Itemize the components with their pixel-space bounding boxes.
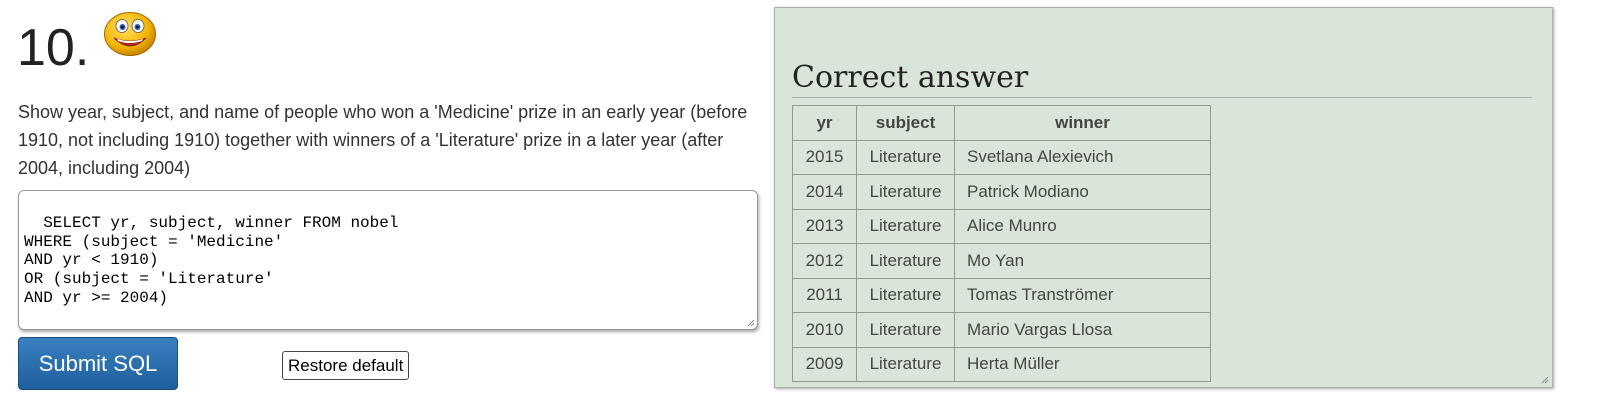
cell-yr: 2015 [792,139,857,175]
cell-yr: 2012 [792,243,857,279]
correct-answer-panel[interactable]: Correct answer yr subject winner 2015 Li… [774,7,1553,388]
panel-resize-grip-icon[interactable] [1541,376,1549,384]
sql-query-text[interactable]: SELECT yr, subject, winner FROM nobel WH… [24,214,398,307]
smiley-face-icon [104,12,156,56]
cell-winner: Svetlana Alexievich [954,139,1211,175]
table-row: 2011 Literature Tomas Tranströmer [792,277,1211,313]
cell-yr: 2013 [792,208,857,244]
cell-subject: Literature [856,312,955,348]
table-row: 2012 Literature Mo Yan [792,243,1211,279]
cell-winner: Alice Munro [954,208,1211,244]
cell-subject: Literature [856,208,955,244]
column-header-subject: subject [856,105,955,141]
table-row: 2014 Literature Patrick Modiano [792,174,1211,210]
resize-grip-icon[interactable] [747,319,755,327]
cell-yr: 2014 [792,174,857,210]
cell-subject: Literature [856,139,955,175]
cell-winner: Herta Müller [954,346,1211,382]
table-header-row: yr subject winner [792,105,1211,141]
correct-answer-title: Correct answer [792,60,1029,95]
column-header-winner: winner [954,105,1211,141]
cell-subject: Literature [856,174,955,210]
cell-subject: Literature [856,243,955,279]
cell-yr: 2010 [792,312,857,348]
title-divider [792,97,1532,98]
cell-winner: Patrick Modiano [954,174,1211,210]
cell-winner: Mario Vargas Llosa [954,312,1211,348]
table-row: 2013 Literature Alice Munro [792,208,1211,244]
cell-subject: Literature [856,346,955,382]
cell-yr: 2011 [792,277,857,313]
cell-winner: Tomas Tranströmer [954,277,1211,313]
sql-editor[interactable]: SELECT yr, subject, winner FROM nobel WH… [18,190,758,330]
cell-winner: Mo Yan [954,243,1211,279]
cell-yr: 2009 [792,346,857,382]
table-row: 2009 Literature Herta Müller [792,346,1211,382]
cell-subject: Literature [856,277,955,313]
table-row: 2015 Literature Svetlana Alexievich [792,139,1211,175]
column-header-yr: yr [792,105,857,141]
table-row: 2010 Literature Mario Vargas Llosa [792,312,1211,348]
submit-sql-button[interactable]: Submit SQL [18,337,178,390]
question-number: 10. [17,19,90,77]
question-text: Show year, subject, and name of people w… [18,102,748,178]
answer-table: yr subject winner 2015 Literature Svetla… [792,105,1211,382]
restore-default-button[interactable]: Restore default [282,351,410,380]
